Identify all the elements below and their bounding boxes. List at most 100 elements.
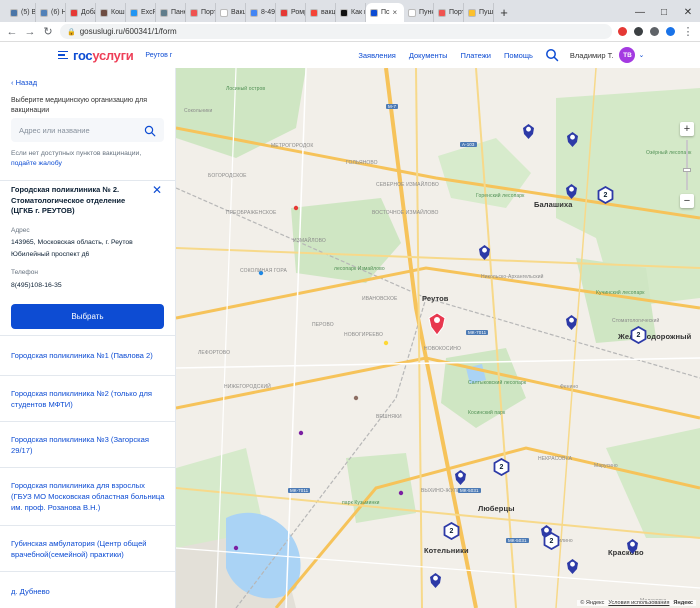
extension-icon[interactable] (634, 27, 643, 36)
list-item[interactable]: Городская поликлиника №2 (только для сту… (0, 375, 175, 421)
list-item[interactable]: Городская поликлиника для взрослых (ГБУЗ… (0, 467, 175, 525)
district-label: СЕВЕРНОЕ ИЗМАЙЛОВО (376, 182, 439, 188)
list-item[interactable]: д. Дубнево (0, 571, 175, 608)
instruction-text: Выберите медицинскую организацию для вак… (11, 97, 147, 114)
back-label: Назад (15, 78, 38, 87)
tab-title: ExcPat (141, 9, 155, 16)
district-label: НЕКРАСОВКА (538, 456, 573, 462)
cluster-marker[interactable]: 2 (493, 457, 510, 477)
favicon-icon (340, 8, 348, 17)
clinic-map-marker[interactable] (565, 183, 578, 200)
tab-title: Пане (171, 9, 185, 16)
back-arrow-icon[interactable]: ← (6, 26, 18, 38)
clinic-map-marker[interactable] (566, 558, 579, 575)
chevron-down-icon[interactable]: ⌄ (638, 51, 644, 59)
zoom-out-button[interactable]: − (680, 194, 694, 208)
browser-tab[interactable]: 8-495 (246, 3, 276, 22)
search-icon[interactable] (144, 124, 156, 137)
tab-title: (5) Вк (21, 9, 36, 16)
clinic-map-marker[interactable] (626, 538, 639, 555)
clinic-map-marker[interactable] (478, 244, 491, 261)
profile-icon[interactable] (666, 27, 675, 36)
forward-arrow-icon[interactable]: → (24, 26, 36, 38)
select-button[interactable]: Выбрать (11, 304, 164, 329)
browser-tab[interactable]: Добав (66, 3, 96, 22)
road-label: МК-5031 (506, 538, 529, 543)
district-label: НОВОКОСИНО (424, 346, 462, 352)
browser-tab[interactable]: (6) Н (36, 3, 66, 22)
city-label-zheleznodorozhny: Железнодорожный (618, 332, 692, 341)
browser-tab[interactable]: Пуш (464, 3, 494, 22)
nav-help[interactable]: Помощь (504, 51, 533, 60)
clinic-map-marker[interactable] (566, 131, 579, 148)
list-item[interactable]: Городская поликлиника №1 (Павлова 2) (0, 335, 175, 375)
extensions-area: ⋮ (618, 25, 694, 38)
list-item[interactable]: Городская поликлиника №3 (Загорская 29/1… (0, 421, 175, 467)
favicon-icon (160, 8, 168, 17)
clinic-map-marker[interactable] (565, 314, 578, 331)
reload-icon[interactable]: ↻ (42, 25, 54, 38)
close-icon[interactable]: ✕ (152, 183, 162, 197)
close-window-icon[interactable]: ✕ (676, 3, 700, 22)
search-input[interactable] (19, 125, 139, 135)
favicon-icon (250, 8, 258, 17)
browser-tab[interactable]: (5) Вк (6, 3, 36, 22)
adblock-extension-icon[interactable] (618, 27, 627, 36)
district-label: ИЗМАЙЛОВО (293, 238, 326, 244)
browser-tab[interactable]: Кошк (96, 3, 126, 22)
window-controls: — □ ✕ (628, 3, 700, 22)
gosuslugi-logo[interactable]: госуслуги (73, 48, 134, 63)
vaccination-map[interactable]: МЕТРОГОРОДОК БОГОРОДСКОЕ ГОЛЬЯНОВО СЕВЕР… (176, 68, 700, 608)
list-item[interactable]: Губинская амбулатория (Центр общей враче… (0, 525, 175, 571)
browser-tab[interactable]: ExcPat (126, 3, 156, 22)
browser-tab[interactable]: Пане (156, 3, 186, 22)
avatar[interactable]: ТВ (619, 47, 636, 63)
district-label: БОГОРОДСКОЕ (208, 173, 247, 179)
cluster-marker[interactable]: 2 (443, 521, 460, 541)
header-search-icon[interactable] (545, 48, 559, 62)
nav-applications[interactable]: Заявления (358, 51, 396, 60)
zoom-slider[interactable] (683, 140, 691, 190)
minimize-icon[interactable]: — (628, 3, 652, 22)
cluster-marker[interactable]: 2 (630, 325, 647, 345)
url-field[interactable]: 🔒 gosuslugi.ru/600341/1/form (60, 24, 612, 39)
browser-tab[interactable]: Вакц (216, 3, 246, 22)
cluster-marker[interactable]: 2 (543, 531, 560, 551)
nav-documents[interactable]: Документы (409, 51, 448, 60)
phone-value: 8(495)108-16-35 (11, 282, 62, 289)
favicon-icon (408, 8, 416, 17)
clinic-map-marker[interactable] (522, 123, 535, 140)
map-attribution: © Яндекс Условия использования Яндекс (577, 600, 696, 606)
tab-title: Порт (201, 9, 216, 16)
city-label-kotelniki: Котельники (424, 546, 469, 555)
browser-tab[interactable]: вакц (306, 3, 336, 22)
browser-tab[interactable]: Порт (186, 3, 216, 22)
complaint-link[interactable]: подайте жалобу (11, 160, 62, 167)
browser-tab[interactable]: Как п (336, 3, 366, 22)
cluster-count: 2 (549, 537, 554, 545)
park-label: Лосиный остров (226, 86, 266, 92)
region-selector[interactable]: Реутов г (145, 52, 172, 59)
close-tab-icon[interactable]: × (393, 8, 398, 17)
park-label: Косинский парк (468, 410, 506, 416)
new-tab-button[interactable]: + (494, 3, 514, 22)
puzzle-icon[interactable] (650, 27, 659, 36)
back-link[interactable]: ‹ Назад (11, 78, 37, 87)
browser-tab[interactable]: Пс × (366, 3, 404, 22)
browser-tab[interactable]: Ромр (276, 3, 306, 22)
menu-dots-icon[interactable]: ⋮ (682, 25, 694, 38)
nav-payments[interactable]: Платежи (461, 51, 491, 60)
user-name[interactable]: Владимир Т. (570, 51, 614, 60)
cluster-marker[interactable]: 2 (597, 185, 614, 205)
browser-tab[interactable]: Пункт (404, 3, 434, 22)
zoom-in-button[interactable]: + (680, 122, 694, 136)
selected-clinic-marker[interactable] (428, 312, 446, 336)
tab-title: Кошк (111, 9, 126, 16)
browser-tab[interactable]: Порт (434, 3, 464, 22)
hamburger-menu-icon[interactable] (58, 50, 68, 60)
clinic-map-marker[interactable] (454, 469, 467, 486)
clinic-map-marker[interactable] (429, 572, 442, 589)
maximize-icon[interactable]: □ (652, 3, 676, 22)
terms-link[interactable]: Условия использования (608, 600, 669, 606)
tab-title: Порт (449, 9, 464, 16)
